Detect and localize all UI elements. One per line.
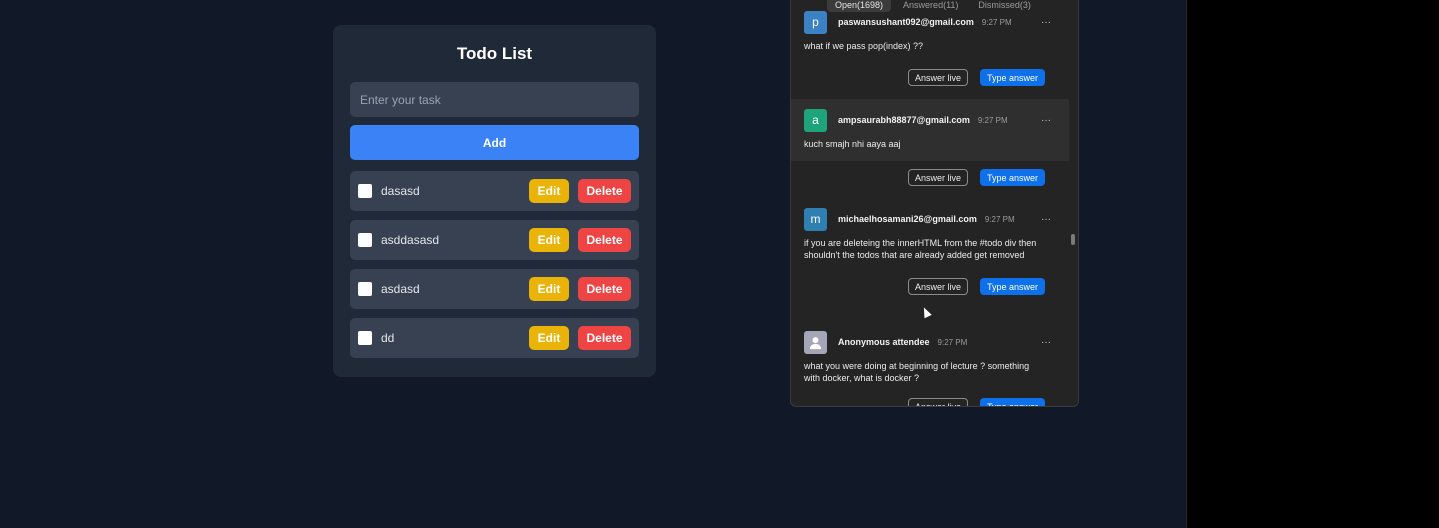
task-input[interactable] bbox=[350, 82, 639, 117]
qa-scrollbar[interactable] bbox=[1071, 234, 1075, 245]
avatar: p bbox=[804, 10, 827, 34]
question-author: ampsaurabh88877@gmail.com bbox=[838, 115, 970, 125]
task-text: dasasd bbox=[381, 184, 420, 198]
question-author: paswansushant092@gmail.com bbox=[838, 17, 974, 27]
delete-button[interactable]: Delete bbox=[578, 326, 631, 350]
question-text: if you are deleteing the innerHTML from … bbox=[804, 238, 1037, 260]
todo-item: asdasd Edit Delete bbox=[350, 269, 639, 309]
todo-item: dd Edit Delete bbox=[350, 318, 639, 358]
more-options-icon[interactable]: ··· bbox=[1041, 337, 1051, 348]
qa-panel: Open(1698) Answered(11) Dismissed(3) p p… bbox=[790, 0, 1079, 407]
type-answer-button[interactable]: Type answer bbox=[979, 169, 1045, 186]
task-text: dd bbox=[381, 331, 395, 345]
task-checkbox[interactable] bbox=[358, 233, 372, 247]
more-options-icon[interactable]: ··· bbox=[1041, 115, 1051, 126]
question-item: m michaelhosamani26@gmail.com 9:27 PM ··… bbox=[791, 207, 1069, 319]
question-list[interactable]: p paswansushant092@gmail.com 9:27 PM ···… bbox=[791, 10, 1069, 406]
type-answer-button[interactable]: Type answer bbox=[979, 69, 1045, 86]
tab-answered[interactable]: Answered(11) bbox=[895, 0, 966, 12]
edit-button[interactable]: Edit bbox=[529, 277, 569, 301]
task-checkbox[interactable] bbox=[358, 282, 372, 296]
avatar: m bbox=[804, 207, 827, 231]
type-answer-button[interactable]: Type answer bbox=[979, 278, 1045, 295]
question-time: 9:27 PM bbox=[937, 337, 968, 347]
task-text: asddasasd bbox=[381, 233, 440, 247]
edit-button[interactable]: Edit bbox=[529, 326, 569, 350]
question-time: 9:27 PM bbox=[977, 115, 1008, 125]
todo-card: Todo List Add dasasd Edit Delete asddasa… bbox=[333, 25, 656, 377]
question-item: p paswansushant092@gmail.com 9:27 PM ···… bbox=[791, 10, 1069, 99]
question-item: a ampsaurabh88877@gmail.com 9:27 PM ··· … bbox=[791, 99, 1069, 161]
task-checkbox[interactable] bbox=[358, 184, 372, 198]
question-text: what if we pass pop(index) ?? bbox=[804, 41, 924, 51]
answer-live-button[interactable]: Answer live bbox=[907, 398, 968, 406]
more-options-icon[interactable]: ··· bbox=[1041, 17, 1051, 28]
add-button[interactable]: Add bbox=[350, 125, 639, 160]
type-answer-button[interactable]: Type answer bbox=[979, 398, 1045, 406]
qa-tabs: Open(1698) Answered(11) Dismissed(3) bbox=[827, 0, 1039, 12]
more-options-icon[interactable]: ··· bbox=[1041, 214, 1051, 225]
delete-button[interactable]: Delete bbox=[578, 277, 631, 301]
tab-dismissed[interactable]: Dismissed(3) bbox=[970, 0, 1039, 12]
task-text: asdasd bbox=[381, 282, 420, 296]
answer-live-button[interactable]: Answer live bbox=[907, 278, 968, 295]
task-checkbox[interactable] bbox=[358, 331, 372, 345]
todo-item: dasasd Edit Delete bbox=[350, 171, 639, 211]
side-panel-background bbox=[1186, 0, 1439, 528]
tab-open[interactable]: Open(1698) bbox=[827, 0, 892, 12]
anonymous-user-icon bbox=[804, 330, 827, 354]
avatar: a bbox=[804, 108, 827, 132]
delete-button[interactable]: Delete bbox=[578, 179, 631, 203]
question-text: kuch smajh nhi aaya aaj bbox=[804, 139, 901, 149]
question-item: Anonymous attendee 9:27 PM ··· what you … bbox=[791, 330, 1069, 406]
question-text: what you were doing at beginning of lect… bbox=[804, 361, 1030, 383]
question-time: 9:27 PM bbox=[984, 214, 1015, 224]
question-author: michaelhosamani26@gmail.com bbox=[838, 214, 977, 224]
answer-live-button[interactable]: Answer live bbox=[907, 169, 968, 186]
question-actions: Answer live Type answer bbox=[791, 169, 1069, 189]
todo-list: dasasd Edit Delete asddasasd Edit Delete… bbox=[350, 171, 639, 358]
question-time: 9:27 PM bbox=[981, 17, 1012, 27]
todo-item: asddasasd Edit Delete bbox=[350, 220, 639, 260]
edit-button[interactable]: Edit bbox=[529, 228, 569, 252]
edit-button[interactable]: Edit bbox=[529, 179, 569, 203]
delete-button[interactable]: Delete bbox=[578, 228, 631, 252]
todo-title: Todo List bbox=[456, 44, 533, 63]
answer-live-button[interactable]: Answer live bbox=[907, 69, 968, 86]
question-author: Anonymous attendee bbox=[838, 337, 930, 347]
